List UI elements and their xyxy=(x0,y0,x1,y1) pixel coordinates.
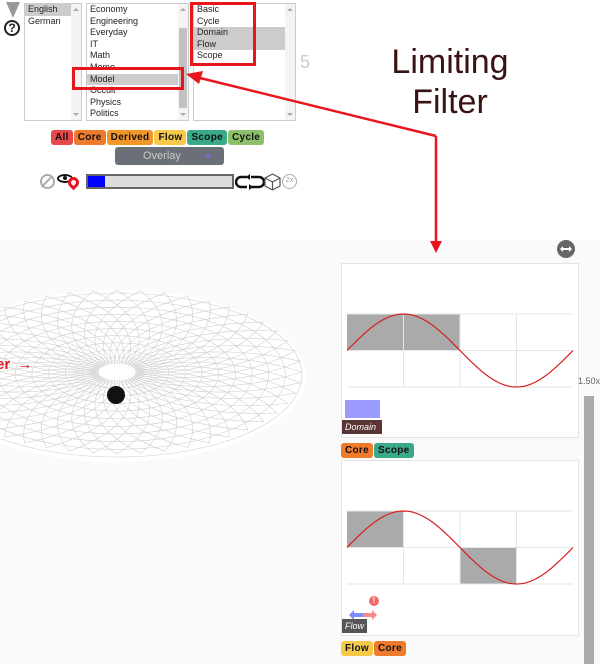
category-item[interactable]: Politics xyxy=(87,108,188,120)
card-tag[interactable]: Core xyxy=(341,443,373,458)
zoom-slider[interactable] xyxy=(584,396,594,664)
count-label: 5 xyxy=(300,52,311,72)
warning-icon: ! xyxy=(369,596,379,606)
card-tags: Core Scope xyxy=(341,440,415,458)
concept-card-domain[interactable]: Domain xyxy=(341,263,579,438)
center-sphere xyxy=(107,386,125,404)
zoom-level: 1.50x xyxy=(578,376,600,386)
progress-bar[interactable] xyxy=(86,174,234,189)
shaded-cell xyxy=(403,314,460,351)
annotation-box-model xyxy=(72,67,184,90)
type-scrollbar[interactable] xyxy=(285,4,295,120)
mesh-disc xyxy=(0,289,306,462)
category-scrollbar[interactable] xyxy=(178,4,188,120)
plus-icon[interactable]: + xyxy=(204,147,212,165)
category-item[interactable]: Everyday xyxy=(87,27,188,39)
arrow-right-icon: → xyxy=(17,356,33,373)
speed-2x-icon[interactable]: 2x xyxy=(282,174,297,189)
help-icon[interactable]: ? xyxy=(4,20,20,36)
shaded-cell xyxy=(460,547,517,584)
filter-tag[interactable]: Derived xyxy=(106,130,154,145)
card-tag[interactable]: Flow xyxy=(341,641,373,656)
collapse-triangle-icon[interactable] xyxy=(6,2,20,18)
progress-fill xyxy=(88,176,106,187)
language-list[interactable]: English German xyxy=(24,3,82,121)
language-scrollbar[interactable] xyxy=(71,4,81,120)
sine-chart-flow xyxy=(346,510,574,585)
filter-tag[interactable]: Core xyxy=(73,130,106,145)
double-arrow-icon[interactable] xyxy=(557,240,575,258)
category-list[interactable]: Economy Engineering Everyday IT Math Memo Mode… xyxy=(86,3,189,121)
domain-swatch xyxy=(345,400,380,418)
card-tags: Flow Core xyxy=(341,638,407,656)
annotation-title-line1: Limiting xyxy=(391,43,509,81)
card-tag[interactable]: Scope xyxy=(373,443,414,458)
disabled-icon[interactable] xyxy=(40,174,55,189)
category-item[interactable]: Math xyxy=(87,50,188,62)
3d-viewport[interactable]: er → Domain Core Scope ! Flow Flow Core 1.… xyxy=(0,240,600,664)
card-caption: Domain xyxy=(342,420,382,434)
annotation-title-line2: Filter xyxy=(412,83,488,121)
filter-tag[interactable]: Flow xyxy=(154,130,187,145)
category-item[interactable]: IT xyxy=(87,39,188,51)
category-item[interactable]: Economy xyxy=(87,4,188,16)
card-caption: Flow xyxy=(342,619,367,633)
annotation-title: Limiting Filter xyxy=(370,42,530,122)
concept-card-flow[interactable]: ! Flow xyxy=(341,460,579,636)
loop-icon[interactable] xyxy=(235,173,265,191)
shaded-cell xyxy=(347,314,404,351)
filter-tag[interactable]: Scope xyxy=(187,130,227,145)
filter-tag-bar: All Core Derived Flow Scope Cycle xyxy=(51,127,265,145)
category-item[interactable]: Physics xyxy=(87,97,188,109)
card-tag[interactable]: Core xyxy=(373,641,406,656)
annotation-box-types xyxy=(190,2,256,66)
viewport-label-text: er xyxy=(0,356,11,373)
filter-tag[interactable]: All xyxy=(51,130,73,145)
overlay-label: Overlay xyxy=(143,150,181,162)
category-item[interactable]: Engineering xyxy=(87,16,188,28)
viewport-label: er → xyxy=(0,356,32,373)
shaded-cell xyxy=(347,511,404,548)
cube-icon[interactable] xyxy=(264,173,281,191)
filter-tag[interactable]: Cycle xyxy=(227,130,265,145)
overlay-button[interactable]: Overlay + xyxy=(115,147,224,165)
